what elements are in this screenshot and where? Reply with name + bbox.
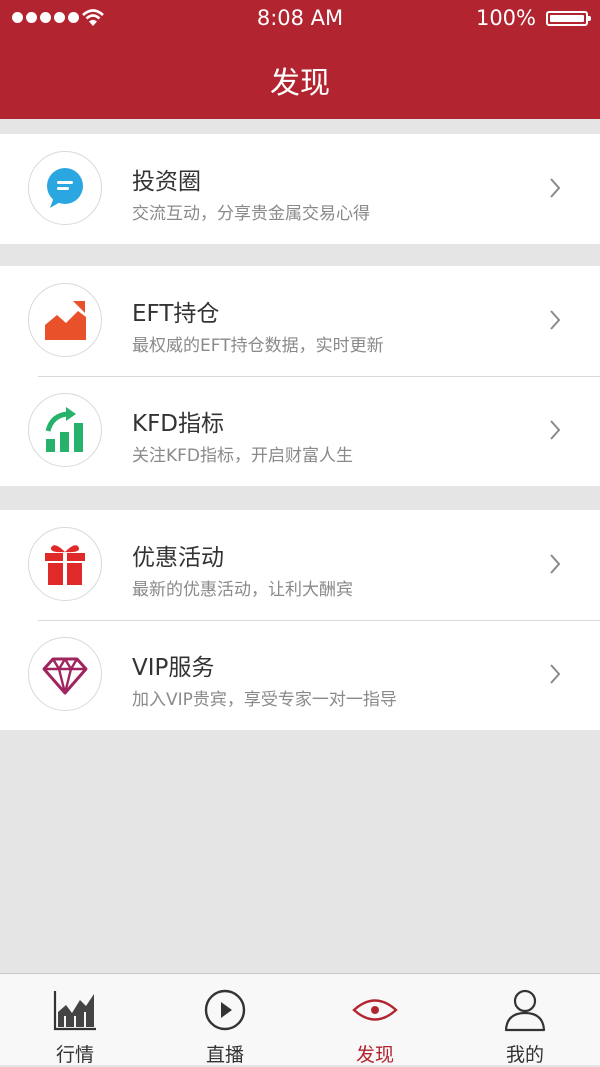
tab-label: 直播: [205, 1044, 244, 1066]
group-services: 优惠活动 最新的优惠活动，让利大酬宾 VIP服务 加入VIP贵宾，享受专家一对一…: [0, 510, 600, 730]
tab-label: 行情: [55, 1044, 94, 1066]
header: 8:08 AM 100% 发现: [0, 0, 600, 119]
status-bar: 8:08 AM 100%: [0, 0, 600, 38]
group-community: 投资圈 交流互动，分享贵金属交易心得: [0, 134, 600, 244]
battery-percent: 100%: [475, 6, 536, 30]
list-item-eft-holdings[interactable]: EFT持仓 最权威的EFT持仓数据，实时更新: [0, 266, 600, 376]
tab-bar: 行情 直播 发现 我的: [0, 973, 600, 1066]
tab-label: 发现: [355, 1044, 394, 1066]
gift-icon: [28, 527, 102, 601]
list-item-vip-service[interactable]: VIP服务 加入VIP贵宾，享受专家一对一指导: [0, 620, 600, 730]
tab-mine[interactable]: 我的: [450, 974, 600, 1066]
item-title: 优惠活动: [132, 545, 224, 571]
item-title: EFT持仓: [132, 301, 220, 327]
chevron-right-icon: [550, 554, 561, 574]
tab-market[interactable]: 行情: [0, 974, 150, 1066]
group-data: EFT持仓 最权威的EFT持仓数据，实时更新 KFD指标 关注KFD指标，开启财…: [0, 266, 600, 486]
item-title: KFD指标: [132, 411, 225, 437]
chat-icon: [28, 151, 102, 225]
play-icon: [204, 989, 246, 1031]
item-subtitle: 最新的优惠活动，让利大酬宾: [132, 580, 353, 600]
list-item-promotions[interactable]: 优惠活动 最新的优惠活动，让利大酬宾: [0, 510, 600, 620]
page-title: 发现: [270, 66, 330, 101]
chevron-right-icon: [550, 420, 561, 440]
item-title: VIP服务: [132, 655, 215, 681]
user-icon: [504, 989, 546, 1032]
item-title: 投资圈: [132, 169, 201, 195]
list-item-investment-circle[interactable]: 投资圈 交流互动，分享贵金属交易心得: [0, 134, 600, 244]
diamond-icon: [28, 637, 102, 711]
tab-live[interactable]: 直播: [150, 974, 300, 1066]
growth-bars-icon: [28, 393, 102, 467]
chart-icon: [53, 991, 96, 1031]
battery-icon: [546, 11, 591, 26]
tab-discover[interactable]: 发现: [300, 974, 450, 1066]
item-subtitle: 关注KFD指标，开启财富人生: [132, 446, 354, 466]
tab-label: 我的: [505, 1044, 544, 1066]
item-subtitle: 加入VIP贵宾，享受专家一对一指导: [132, 690, 397, 710]
chevron-right-icon: [550, 310, 561, 330]
chevron-right-icon: [550, 664, 561, 684]
list-item-kfd-indicator[interactable]: KFD指标 关注KFD指标，开启财富人生: [0, 376, 600, 486]
trend-up-icon: [28, 283, 102, 357]
item-subtitle: 交流互动，分享贵金属交易心得: [132, 204, 370, 224]
chevron-right-icon: [550, 178, 561, 198]
eye-icon: [352, 999, 398, 1021]
item-subtitle: 最权威的EFT持仓数据，实时更新: [132, 336, 384, 356]
